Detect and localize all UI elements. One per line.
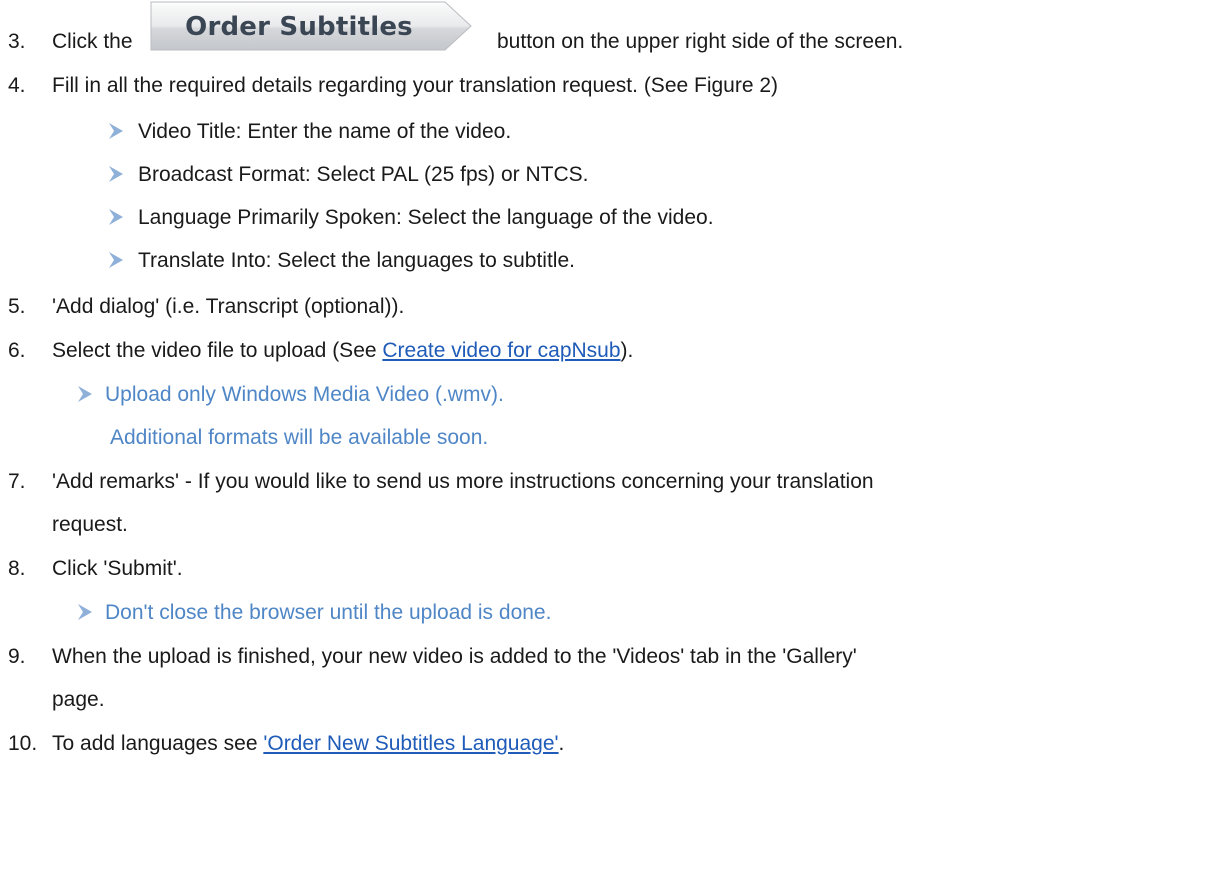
note-item: Upload only Windows Media Video (.wmv).: [77, 383, 504, 407]
step-number: 10.: [8, 732, 38, 755]
step-number: 5.: [8, 295, 26, 318]
step-number: 8.: [8, 557, 26, 580]
bullet-text: Translate Into: Select the languages to …: [138, 249, 575, 272]
step-text: Select the video file to upload (See Cre…: [52, 339, 633, 363]
step-text: 'Add dialog' (i.e. Transcript (optional)…: [52, 295, 405, 318]
step-7-continuation: request.: [52, 513, 128, 536]
list-item: Language Primarily Spoken: Select the la…: [108, 206, 714, 230]
order-new-subtitles-language-link[interactable]: 'Order New Subtitles Language': [263, 732, 558, 755]
list-item: Translate Into: Select the languages to …: [108, 249, 575, 273]
bullet-text: Language Primarily Spoken: Select the la…: [138, 206, 714, 229]
step-number: 6.: [8, 339, 26, 362]
list-item: Broadcast Format: Select PAL (25 fps) or…: [108, 163, 589, 187]
step-text: Click 'Submit'.: [52, 557, 183, 580]
step-text: Fill in all the required details regardi…: [52, 74, 779, 97]
create-video-link[interactable]: Create video for capNsub: [382, 339, 620, 362]
order-subtitles-button[interactable]: Order Subtitles: [149, 0, 473, 52]
step-text: To add languages see 'Order New Subtitle…: [52, 732, 564, 756]
step-text-before: Select the video file to upload (See: [52, 339, 383, 362]
arrow-bullet-icon: [78, 604, 92, 620]
bullet-text: Broadcast Format: Select PAL (25 fps) or…: [138, 163, 589, 186]
arrow-bullet-icon: [109, 209, 123, 225]
arrow-bullet-icon: [109, 252, 123, 268]
step-text-before: To add languages see: [52, 732, 264, 755]
step-number: 7.: [8, 470, 26, 493]
step-text-after: .: [558, 732, 565, 755]
note-continuation: Additional formats will be available soo…: [110, 426, 489, 449]
order-subtitles-label: Order Subtitles: [185, 12, 413, 42]
note-item: Don't close the browser until the upload…: [77, 601, 551, 625]
arrow-bullet-icon: [78, 386, 92, 402]
arrow-bullet-icon: [109, 123, 123, 139]
note-text: Upload only Windows Media Video (.wmv).: [105, 383, 504, 406]
step-number: 4.: [8, 74, 26, 97]
step-text-after: ).: [620, 339, 634, 362]
step-text: 'Add remarks' - If you would like to sen…: [52, 470, 874, 493]
step-3-after: button on the upper right side of the sc…: [497, 30, 904, 53]
bullet-text: Video Title: Enter the name of the video…: [138, 120, 512, 143]
step-text: When the upload is finished, your new vi…: [52, 645, 857, 668]
step-number: 3.: [8, 30, 26, 53]
step-number: 9.: [8, 645, 26, 668]
list-item: Video Title: Enter the name of the video…: [108, 120, 511, 144]
arrow-bullet-icon: [109, 166, 123, 182]
note-text: Don't close the browser until the upload…: [105, 601, 552, 624]
step-9-continuation: page.: [52, 688, 105, 711]
step-text-before: Click the: [52, 30, 133, 53]
